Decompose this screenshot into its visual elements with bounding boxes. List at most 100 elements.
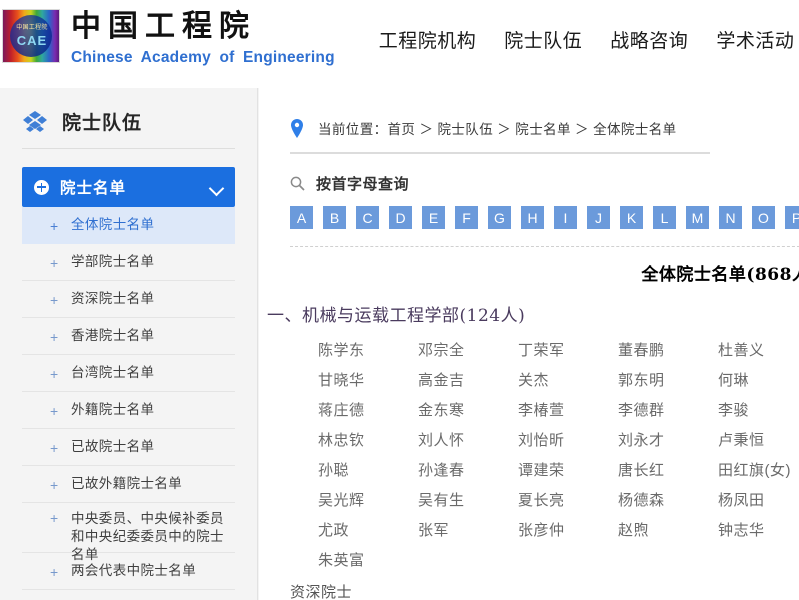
academician-name[interactable]: 唐长红: [618, 460, 718, 482]
search-by-letter-row: 按首字母查询: [290, 173, 799, 194]
letter-button-h[interactable]: H: [521, 206, 544, 229]
academician-name[interactable]: 李椿萱: [518, 400, 618, 422]
nav-item-institutions[interactable]: 工程院机构: [365, 26, 491, 53]
letter-button-b[interactable]: B: [323, 206, 346, 229]
academician-name[interactable]: 赵煦: [618, 520, 718, 542]
academician-name[interactable]: 卢秉恒: [718, 430, 799, 452]
academician-name[interactable]: 高金吉: [418, 370, 518, 392]
academician-name[interactable]: 夏长亮: [518, 490, 618, 512]
academician-name[interactable]: 陈学东: [318, 340, 418, 362]
site-title-chinese: 中国工程院: [71, 9, 256, 44]
academician-name[interactable]: 林忠钦: [318, 430, 418, 452]
academician-name[interactable]: 李骏: [718, 400, 799, 422]
academician-name[interactable]: 吴有生: [418, 490, 518, 512]
sidebar-item-label: 资深院士名单: [71, 291, 155, 306]
sidebar-item-deceased-foreign-academicians[interactable]: + 已故外籍院士名单: [22, 466, 235, 503]
sidebar-header: 院士队伍: [22, 108, 235, 149]
sidebar-item-senior-academicians[interactable]: + 资深院士名单: [22, 281, 235, 318]
letter-button-n[interactable]: N: [719, 206, 742, 229]
section-divider: [290, 246, 799, 247]
academician-name[interactable]: 杨凤田: [718, 490, 799, 512]
sidebar-item-deceased-academicians[interactable]: + 已故院士名单: [22, 429, 235, 466]
brand-logo-block[interactable]: 中国工程院 CAE 中国工程院 Chinese Academy of Engin…: [0, 0, 335, 67]
letter-button-k[interactable]: K: [620, 206, 643, 229]
sidebar-item-label: 已故外籍院士名单: [71, 476, 183, 491]
breadcrumb-text: 当前位置：首页 ＞ 院士队伍 ＞ 院士名单 ＞ 全体院士名单: [318, 122, 677, 137]
plus-icon: +: [50, 439, 59, 456]
academician-name[interactable]: 丁荣军: [518, 340, 618, 362]
sidebar-item-label: 香港院士名单: [71, 328, 155, 343]
academician-name[interactable]: 朱英富: [318, 550, 418, 572]
hexagon-grid-icon: [23, 110, 47, 132]
alphabet-filter-row: A B C D E F G H I J K L M N O P: [290, 206, 799, 229]
academician-name[interactable]: 金东寒: [418, 400, 518, 422]
plus-icon: +: [50, 563, 59, 580]
academician-name[interactable]: 李德群: [618, 400, 718, 422]
main-navigation: 工程院机构 院士队伍 战略咨询 学术活动 科: [365, 0, 799, 53]
sidebar-item-hongkong-academicians[interactable]: + 香港院士名单: [22, 318, 235, 355]
sidebar-item-label: 台湾院士名单: [71, 365, 155, 380]
letter-button-a[interactable]: A: [290, 206, 313, 229]
letter-button-d[interactable]: D: [389, 206, 412, 229]
plus-icon: +: [50, 254, 59, 271]
academician-name[interactable]: 谭建荣: [518, 460, 618, 482]
site-wordmark: 中国工程院 Chinese Academy of Engineering: [71, 6, 335, 67]
letter-button-j[interactable]: J: [587, 206, 610, 229]
letter-button-l[interactable]: L: [653, 206, 676, 229]
nav-item-strategic-consulting[interactable]: 战略咨询: [596, 26, 702, 53]
academician-names-grid: 陈学东 邓宗全 丁荣军 董春鹏 杜善义 甘晓华 高金吉 关杰 郭东明 何琳 蒋庄…: [318, 340, 799, 572]
plus-icon: +: [50, 510, 59, 526]
sidebar-item-foreign-academicians[interactable]: + 外籍院士名单: [22, 392, 235, 429]
chevron-down-icon[interactable]: [210, 181, 223, 194]
academician-name[interactable]: 张彦仲: [518, 520, 618, 542]
academician-name[interactable]: 蒋庄德: [318, 400, 418, 422]
academician-name[interactable]: 郭东明: [618, 370, 718, 392]
logo-chinese-text: 中国工程院: [16, 24, 48, 32]
nav-item-academicians[interactable]: 院士队伍: [490, 26, 596, 53]
letter-button-e[interactable]: E: [422, 206, 445, 229]
page-body: 院士队伍 院士名单 + 全体院士名单 + 学部院士名单 + 资深院士名单 + 香…: [0, 88, 799, 600]
search-icon[interactable]: [290, 176, 305, 191]
academician-name[interactable]: 刘永才: [618, 430, 718, 452]
letter-button-f[interactable]: F: [455, 206, 478, 229]
academician-name[interactable]: 刘怡昕: [518, 430, 618, 452]
letter-button-i[interactable]: I: [554, 206, 577, 229]
breadcrumb-divider: [290, 152, 710, 154]
sidebar-item-label: 学部院士名单: [71, 254, 155, 269]
cae-emblem-logo: 中国工程院 CAE: [2, 9, 60, 64]
academician-name[interactable]: 杜善义: [718, 340, 799, 362]
sidebar-item-all-academicians[interactable]: + 全体院士名单: [22, 207, 235, 244]
academician-name[interactable]: 董春鹏: [618, 340, 718, 362]
academician-name[interactable]: 尤政: [318, 520, 418, 542]
plus-icon: +: [50, 217, 59, 234]
senior-academician-note: 资深院士: [290, 584, 353, 600]
sidebar-item-taiwan-academicians[interactable]: + 台湾院士名单: [22, 355, 235, 392]
sidebar-item-central-committee-academicians[interactable]: + 中央委员、中央候补委员和中央纪委委员中的院士名单: [22, 503, 235, 562]
nav-item-academic-activities[interactable]: 学术活动: [702, 26, 799, 53]
sidebar-item-label: 外籍院士名单: [71, 402, 155, 417]
sidebar: 院士队伍 院士名单 + 全体院士名单 + 学部院士名单 + 资深院士名单 + 香…: [0, 88, 258, 600]
academician-name[interactable]: 刘人怀: [418, 430, 518, 452]
academician-name[interactable]: 关杰: [518, 370, 618, 392]
sidebar-menu-header-academician-list[interactable]: 院士名单: [22, 167, 235, 207]
academician-name[interactable]: 孙聪: [318, 460, 418, 482]
plus-icon: +: [50, 476, 59, 493]
letter-button-c[interactable]: C: [356, 206, 379, 229]
plus-icon: +: [50, 328, 59, 345]
academician-name[interactable]: 张军: [418, 520, 518, 542]
letter-button-o[interactable]: O: [752, 206, 775, 229]
academician-name[interactable]: 甘晓华: [318, 370, 418, 392]
academician-name[interactable]: 杨德森: [618, 490, 718, 512]
academician-name[interactable]: 田红旗(女): [718, 460, 799, 482]
academician-name[interactable]: 吴光辉: [318, 490, 418, 512]
academician-name[interactable]: 邓宗全: [418, 340, 518, 362]
letter-button-m[interactable]: M: [686, 206, 709, 229]
academician-name[interactable]: 孙逢春: [418, 460, 518, 482]
sidebar-item-label: 已故院士名单: [71, 439, 155, 454]
academician-name[interactable]: 钟志华: [718, 520, 799, 542]
sidebar-item-label: 中央委员、中央候补委员和中央纪委委员中的院士名单: [71, 511, 224, 562]
letter-button-g[interactable]: G: [488, 206, 511, 229]
sidebar-item-division-academicians[interactable]: + 学部院士名单: [22, 244, 235, 281]
academician-name[interactable]: 何琳: [718, 370, 799, 392]
letter-button-p[interactable]: P: [785, 206, 799, 229]
